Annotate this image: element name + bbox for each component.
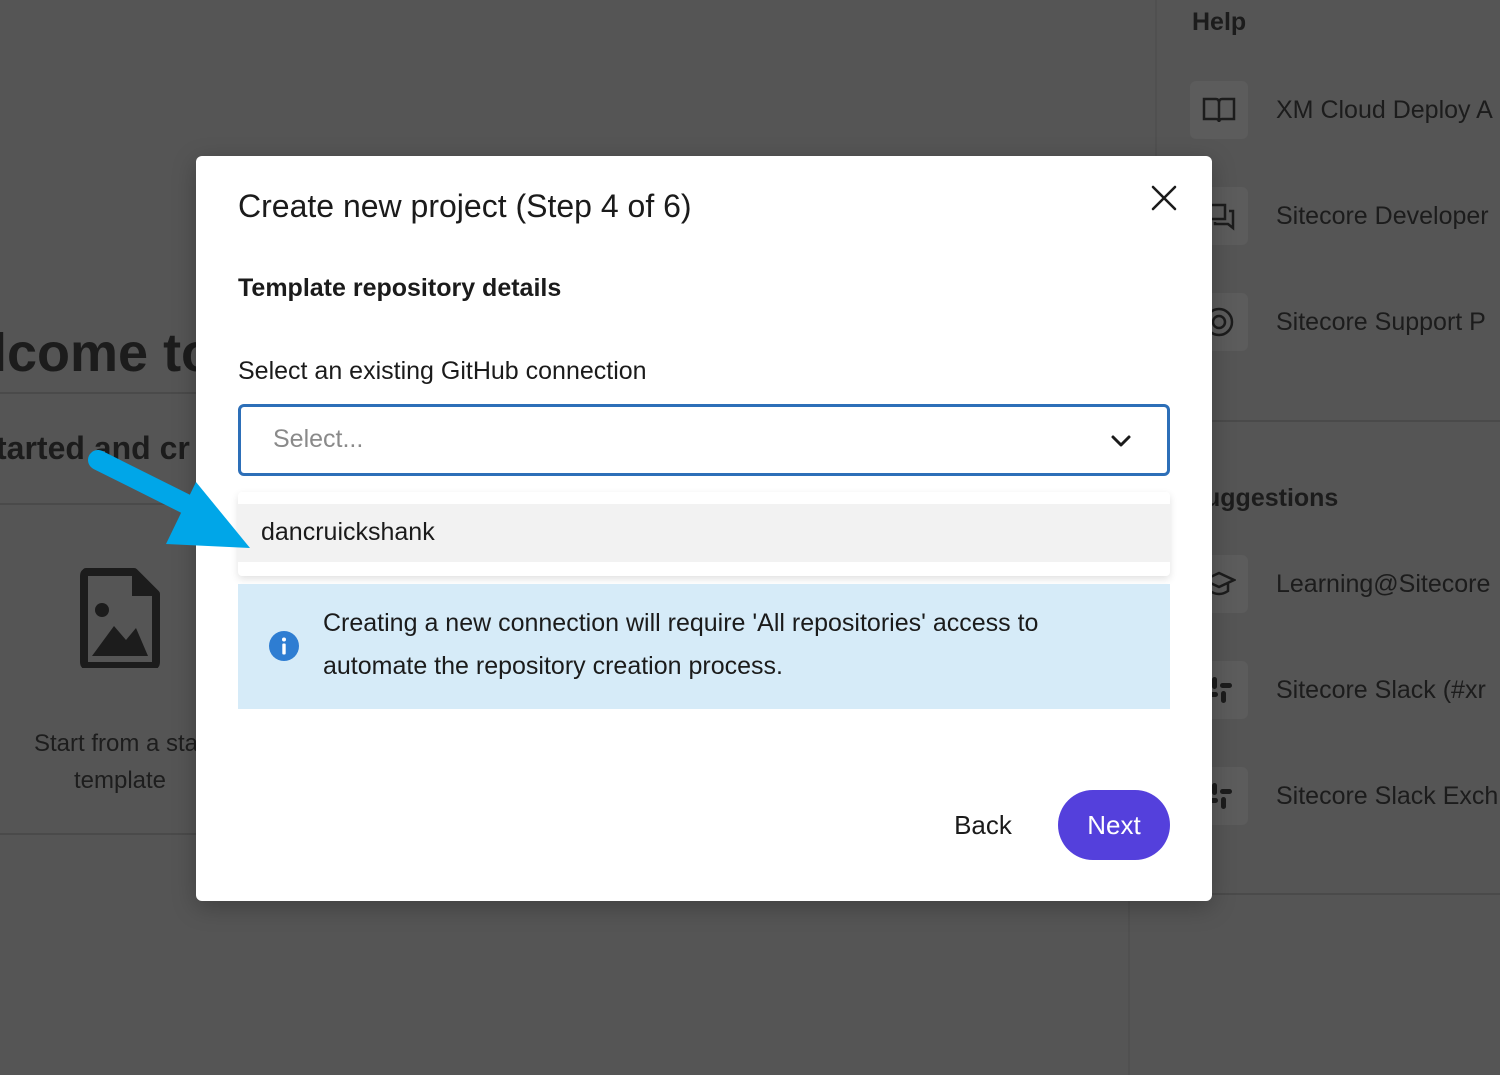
help-item-label: XM Cloud Deploy A — [1276, 95, 1493, 124]
dialog-title: Create new project (Step 4 of 6) — [238, 188, 692, 224]
github-connection-label: Select an existing GitHub connection — [238, 357, 647, 385]
help-item-support[interactable]: Sitecore Support P — [1190, 293, 1486, 351]
suggestion-item-label: Learning@Sitecore — [1276, 569, 1491, 598]
section-title: Template repository details — [238, 274, 562, 302]
info-alert: Creating a new connection will require '… — [238, 584, 1170, 709]
divider — [0, 833, 200, 835]
suggestion-item-learning[interactable]: Learning@Sitecore — [1190, 555, 1490, 613]
back-button[interactable]: Back — [930, 790, 1036, 860]
help-item-label: Sitecore Support P — [1276, 307, 1486, 336]
suggestion-item-slack-exchange[interactable]: Sitecore Slack Exch — [1190, 767, 1498, 825]
help-item-label: Sitecore Developer — [1276, 201, 1489, 230]
github-connection-select[interactable]: Select... — [238, 404, 1170, 476]
help-heading: Help — [1192, 8, 1247, 36]
annotation-arrow-icon — [88, 450, 250, 548]
option-label: dancruickshank — [261, 518, 435, 546]
close-icon — [1151, 185, 1177, 211]
info-line: automate the repository creation process… — [323, 652, 783, 680]
info-message: Creating a new connection will require '… — [323, 602, 1143, 688]
info-line: Creating a new connection will require '… — [323, 609, 1039, 637]
suggestion-item-label: Sitecore Slack Exch — [1276, 781, 1499, 810]
image-file-icon — [80, 568, 160, 670]
chevron-down-icon — [1111, 435, 1131, 447]
suggestion-item-slack[interactable]: Sitecore Slack (#xr — [1190, 661, 1486, 719]
help-item-deploy[interactable]: XM Cloud Deploy A — [1190, 81, 1493, 139]
suggestions-heading: uggestions — [1205, 484, 1339, 512]
welcome-heading: lcome to — [0, 323, 215, 383]
divider — [0, 392, 200, 394]
select-dropdown-menu: dancruickshank — [238, 492, 1170, 576]
close-button[interactable] — [1144, 178, 1184, 218]
book-icon — [1190, 81, 1248, 139]
option-dancruickshank[interactable]: dancruickshank — [238, 504, 1170, 562]
help-item-developer[interactable]: Sitecore Developer — [1190, 187, 1489, 245]
create-project-dialog: Create new project (Step 4 of 6) Templat… — [196, 156, 1212, 901]
info-icon — [269, 631, 299, 661]
next-button[interactable]: Next — [1058, 790, 1170, 860]
select-placeholder: Select... — [273, 425, 364, 453]
suggestion-item-label: Sitecore Slack (#xr — [1276, 675, 1486, 704]
